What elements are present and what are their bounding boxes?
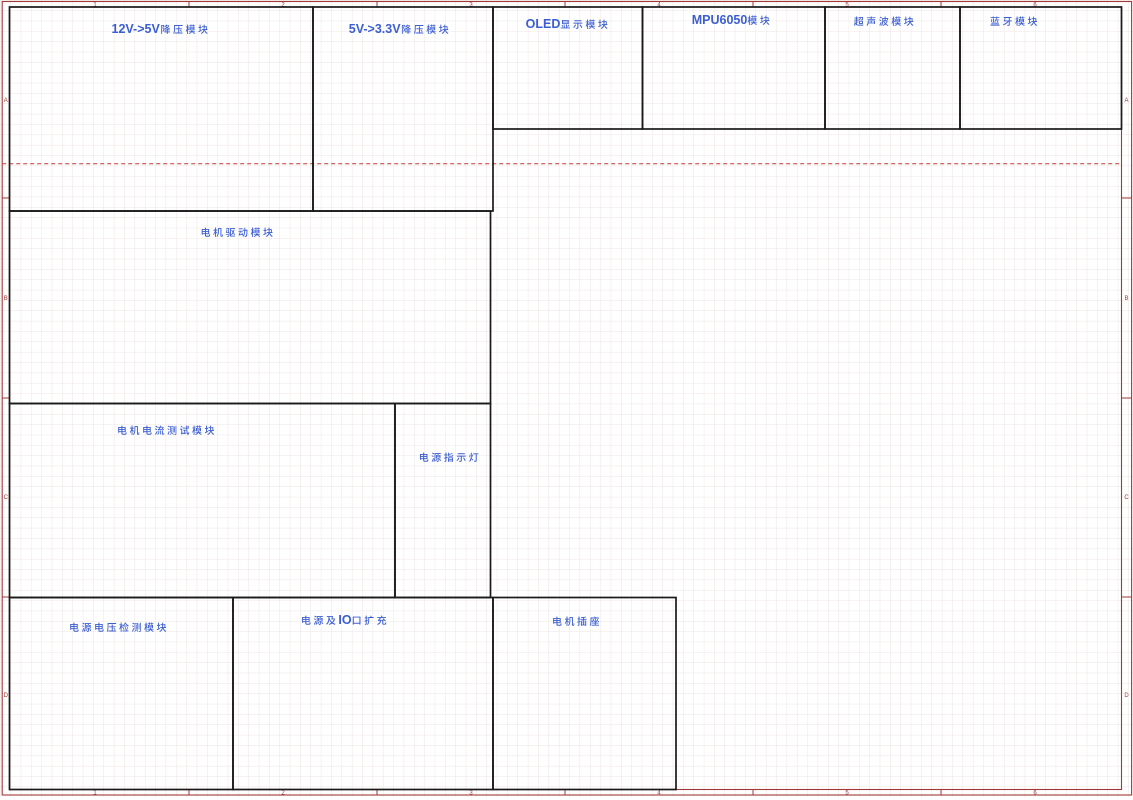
svg-text:IO: IO <box>338 613 351 627</box>
svg-text:D: D <box>4 693 9 699</box>
svg-text:A: A <box>4 98 8 104</box>
svg-text:OLED: OLED <box>526 17 561 31</box>
svg-text:5V->3.3V: 5V->3.3V <box>349 22 401 36</box>
svg-text:C: C <box>1124 495 1129 501</box>
svg-text:D: D <box>1124 693 1129 699</box>
svg-text:12V->5V: 12V->5V <box>112 22 161 36</box>
svg-text:C: C <box>4 495 9 501</box>
svg-text:B: B <box>1125 296 1129 302</box>
svg-text:A: A <box>1125 98 1129 104</box>
svg-text:MPU6050: MPU6050 <box>692 13 748 27</box>
svg-text:B: B <box>4 296 8 302</box>
